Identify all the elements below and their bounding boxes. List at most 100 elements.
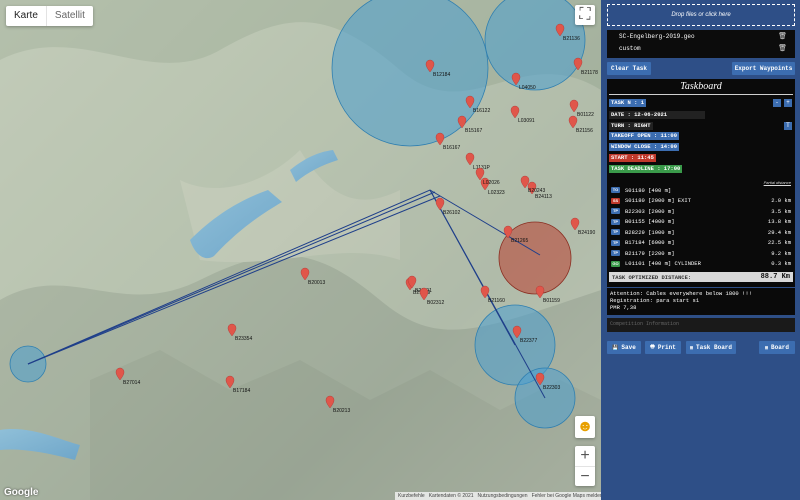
turnpoint-row[interactable]: TO S01180 [400 m] [611, 186, 791, 194]
turnpoint-row[interactable]: GO L01101 [400 m] CYLINDER 0.3 km [611, 260, 791, 268]
optimized-distance-bar: TASK OPTIMIZED DISTANCE: 88.7 Km [609, 272, 793, 282]
map-footer: Kurzbefehle Kartendaten © 2021 Nutzungsb… [395, 492, 601, 500]
task-turn[interactable]: TURN : RIGHT [609, 122, 653, 130]
street-view-pegman[interactable]: ☻ [575, 416, 595, 438]
waypoint-label: L04050 [519, 85, 536, 91]
footer-report[interactable]: Fehler bei Google Maps melden [532, 492, 601, 500]
turnpoint-row[interactable]: TP B22303 [2000 m] 3.5 km [611, 207, 791, 215]
waypoint-label: B21160 [488, 298, 505, 304]
task-minus-button[interactable]: - [773, 99, 781, 107]
zoom-in-button[interactable]: + [575, 446, 595, 466]
trash-icon[interactable]: 🗑 [778, 32, 787, 40]
zoom-out-button[interactable]: − [575, 466, 595, 486]
export-waypoints-button[interactable]: Export Waypoints [732, 62, 795, 75]
turnpoint-row[interactable]: TP B28229 [1000 m] 29.4 km [611, 228, 791, 236]
takeoff-open[interactable]: TAKEOFF OPEN : 11:00 [609, 132, 680, 140]
waypoint-label: B20243 [528, 188, 545, 194]
map-view[interactable]: B16122 B12184 B16167 B15167 L1131P L02323 B211… [0, 0, 601, 500]
turn-toggle-button[interactable]: T [784, 122, 792, 130]
turnpoint-name: S01180 [2000 m] EXIT [625, 197, 692, 204]
notes-area[interactable]: Attention: Cables everywhere below 1800 … [607, 288, 795, 315]
print-button[interactable]: 🖶 Print [645, 341, 681, 354]
print-icon: 🖶 [650, 343, 655, 350]
print-label: Print [657, 344, 676, 351]
partial-distance-label: Partial distance [763, 180, 791, 185]
save-label: Save [621, 344, 636, 351]
waypoint-label: B21178 [581, 70, 598, 76]
map-type-control: Karte Satellit [6, 6, 93, 26]
competition-info-input[interactable]: Competition Information [607, 318, 795, 332]
task-board-icon: ▦ [689, 344, 693, 351]
turnpoint-name: B01155 [4000 m] [625, 218, 675, 225]
task-date[interactable]: DATE : 12-06-2021 [609, 111, 705, 119]
turnpoint-row[interactable]: TP B01155 [4000 m] 13.8 km [611, 218, 791, 226]
waypoint-label: B12184 [433, 72, 450, 78]
waypoint-label: B01122 [577, 112, 594, 118]
turnpoint-row[interactable]: SS S01180 [2000 m] EXIT 2.0 km [611, 197, 791, 205]
turnpoint-type-badge: TP [611, 239, 620, 246]
turnpoint-distance: 3.5 km [771, 207, 791, 215]
waypoint-label: B27014 [123, 380, 140, 386]
turnpoint-row[interactable]: TP B17184 [6000 m] 22.5 km [611, 239, 791, 247]
map-type-satellit[interactable]: Satellit [45, 6, 93, 26]
task-plus-button[interactable]: + [784, 99, 792, 107]
turnpoint-name: B17184 [6000 m] [625, 239, 675, 246]
footer-mapdata: Kartendaten © 2021 [428, 493, 474, 499]
turnpoint-type-badge: SS [611, 197, 620, 204]
file-drop-zone[interactable]: Drop files or click here [607, 4, 795, 26]
task-board-button[interactable]: ▦ Task Board [686, 341, 736, 354]
board-button[interactable]: ▦ Board [759, 341, 795, 354]
footer-shortcuts[interactable]: Kurzbefehle [398, 492, 425, 500]
turnpoint-type-badge: TP [611, 229, 620, 235]
waypoint-label: B02312 [427, 300, 444, 306]
waypoint-label: L02323 [488, 190, 505, 196]
note-line: PMR 7,38 [610, 304, 637, 311]
board-icon: ▦ [764, 344, 768, 351]
file-list: SC-Engelberg-2019.geo 🗑 custom 🗑 [607, 30, 795, 58]
map-canvas[interactable]: B16122B12184B16167B15167L1131PL02323B211… [0, 0, 601, 500]
waypoint-label: B20013 [308, 280, 325, 286]
pegman-icon: ☻ [576, 418, 594, 435]
waypoint-label: B26102 [443, 210, 460, 216]
board-label: Board [771, 344, 790, 351]
divider [609, 94, 793, 95]
map-type-karte[interactable]: Karte [6, 6, 46, 26]
fullscreen-button[interactable]: ⛶ [575, 5, 595, 25]
task-board-label: Task Board [696, 344, 733, 351]
waypoint-label: B15167 [465, 128, 482, 134]
taskboard: Taskboard TASK N : 1 - + DATE : 12-06-20… [607, 79, 795, 287]
task-deadline[interactable]: TASK DEADLINE : 17:00 [609, 165, 683, 173]
file-name: custom [619, 44, 641, 52]
turnpoint-name: S01180 [400 m] [625, 186, 672, 194]
waypoint-label: B21156 [576, 128, 593, 134]
turnpoint-distance: 0.3 km [771, 260, 791, 267]
turnpoint-type-badge: TP [611, 250, 620, 256]
zoom-control: + − [575, 446, 595, 486]
turnpoint-distance: 9.2 km [771, 249, 791, 257]
waypoint-label: B16122 [473, 108, 490, 114]
turnpoint-type-badge: TP [611, 218, 620, 225]
footer-terms[interactable]: Nutzungsbedingungen [478, 492, 528, 500]
turnpoint-distance: 2.0 km [771, 197, 791, 204]
note-line: Attention: Cables everywhere below 1800 … [610, 290, 752, 297]
start-time[interactable]: START : 11:45 [609, 154, 656, 162]
turnpoint-distance: 13.8 km [767, 218, 791, 225]
save-button[interactable]: 💾 Save [607, 341, 641, 354]
trash-icon[interactable]: 🗑 [778, 44, 787, 52]
waypoint-label: B21265 [511, 238, 528, 244]
fullscreen-icon: ⛶ [579, 6, 591, 23]
file-item[interactable]: SC-Engelberg-2019.geo 🗑 [607, 30, 795, 42]
turnpoint-name: B22303 [2000 m] [625, 207, 675, 215]
window-close[interactable]: WINDOW CLOSE : 14:00 [609, 143, 680, 151]
clear-task-button[interactable]: Clear Task [607, 62, 651, 75]
note-line: Registration: para start s1 [610, 297, 700, 304]
save-icon: 💾 [612, 344, 619, 351]
turnpoint-type-badge: GO [611, 260, 620, 267]
optimized-distance-label: TASK OPTIMIZED DISTANCE: [612, 273, 692, 281]
turnpoint-row[interactable]: TP B21179 [2200 m] 9.2 km [611, 249, 791, 257]
waypoint-label: L02026 [483, 180, 500, 186]
file-item[interactable]: custom 🗑 [607, 42, 795, 54]
google-logo: Google [4, 487, 39, 498]
task-number[interactable]: TASK N : 1 [609, 99, 647, 107]
waypoint-label: B01159 [543, 298, 560, 304]
